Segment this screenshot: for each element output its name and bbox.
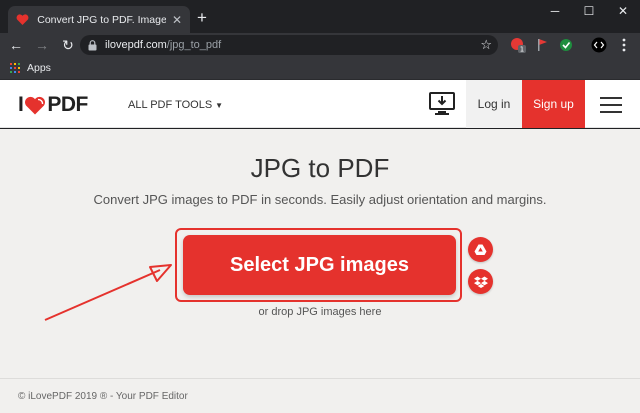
extension-check-icon[interactable] [558,37,574,53]
lock-icon [88,39,98,51]
all-pdf-tools-menu[interactable]: ALL PDF TOOLS ▼ [128,99,223,111]
browser-titlebar: Convert JPG to PDF. Images JPG to PDF ✕ … [0,0,640,33]
ilovepdf-logo[interactable]: I PDF [18,93,88,117]
close-window-button[interactable]: ✕ [606,0,640,22]
browser-menu-icon[interactable] [616,37,632,53]
extension-flag-icon[interactable] [535,37,551,53]
logo-pdf: PDF [47,93,88,116]
site-header: I PDF ALL PDF TOOLS ▼ Log in Sign up [0,80,640,128]
logo-i: I [18,93,24,116]
bookmark-star-icon[interactable]: ☆ [480,37,492,53]
browser-window: Convert JPG to PDF. Images JPG to PDF ✕ … [0,0,640,413]
extension-shield-icon[interactable]: 1 [510,37,526,53]
desktop-app-button[interactable] [418,80,466,128]
window-controls: ─ ☐ ✕ [538,0,640,22]
all-tools-label: ALL PDF TOOLS [128,99,213,111]
ilovepdf-favicon-icon [16,13,29,27]
bookmarks-bar: Apps [0,57,640,80]
url-host: ilovepdf.com [105,39,167,51]
desktop-download-icon [429,92,455,115]
dropbox-icon [473,276,488,288]
login-button[interactable]: Log in [466,80,522,128]
tab-close-icon[interactable]: ✕ [172,14,182,26]
new-tab-button[interactable]: + [197,9,207,26]
url-path: /jpg_to_pdf [166,39,222,51]
main-content: JPG to PDF Convert JPG images to PDF in … [0,129,640,378]
browser-tab[interactable]: Convert JPG to PDF. Images JPG to PDF ✕ [8,6,190,33]
apps-bookmark[interactable]: Apps [27,62,51,74]
signup-button[interactable]: Sign up [522,80,585,128]
page-title: JPG to PDF [250,153,390,183]
reload-button[interactable]: ↻ [58,35,78,55]
hamburger-menu-icon[interactable] [596,94,626,116]
drop-hint: or drop JPG images here [258,306,382,318]
google-drive-icon [474,244,487,255]
dropbox-button[interactable] [468,269,493,294]
google-drive-button[interactable] [468,237,493,262]
minimize-button[interactable]: ─ [538,0,572,22]
extension-badge: 1 [520,46,524,54]
address-bar[interactable]: ilovepdf.com /jpg_to_pdf ☆ [80,35,498,55]
select-jpg-images-button[interactable]: Select JPG images [183,235,456,295]
extension-devtools-icon[interactable] [591,37,607,53]
page-subtitle: Convert JPG images to PDF in seconds. Ea… [93,192,547,207]
tab-title: Convert JPG to PDF. Images JPG to PDF [37,13,166,26]
maximize-button[interactable]: ☐ [572,0,606,22]
caret-down-icon: ▼ [215,100,224,110]
site-footer: © iLovePDF 2019 ® - Your PDF Editor [0,378,640,413]
heart-icon [24,96,46,115]
footer-copyright: © iLovePDF 2019 ® - Your PDF Editor [18,391,188,402]
apps-grid-icon[interactable] [10,63,20,73]
forward-button[interactable]: → [32,35,52,55]
back-button[interactable]: ← [6,35,26,55]
